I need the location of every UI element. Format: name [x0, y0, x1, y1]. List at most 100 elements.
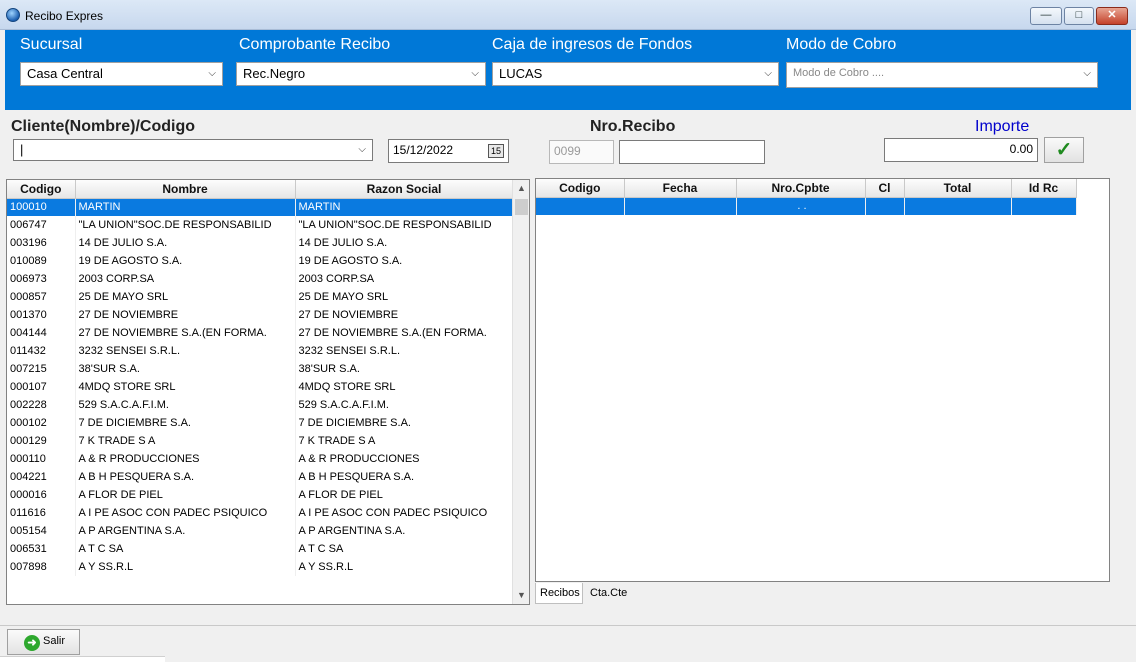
header-panel: Sucursal Casa Central ⌵ Comprobante Reci…	[5, 30, 1131, 110]
window-title: Recibo Expres	[25, 9, 104, 23]
maximize-button[interactable]: □	[1064, 7, 1094, 25]
col-header-razon-social[interactable]: Razon Social	[295, 180, 514, 199]
cell-razon-social: 27 DE NOVIEMBRE	[295, 306, 514, 324]
cell-codigo: 000857	[7, 288, 76, 306]
cell-nombre: A P ARGENTINA S.A.	[75, 522, 296, 540]
cell-nombre: "LA UNION"SOC.DE RESPONSABILID	[75, 216, 296, 234]
importe-input[interactable]: 0.00	[884, 138, 1038, 162]
scroll-thumb[interactable]	[515, 199, 528, 215]
comprobante-label: Comprobante Recibo	[239, 36, 391, 53]
confirm-button[interactable]: ✓	[1044, 137, 1084, 163]
cell-nombre: 27 DE NOVIEMBRE	[75, 306, 296, 324]
close-button[interactable]: ✕	[1096, 7, 1128, 25]
table-row[interactable]: 007898 A Y SS.R.L A Y SS.R.L	[7, 558, 514, 576]
cell-codigo: 011432	[7, 342, 76, 360]
clients-grid[interactable]: Codigo Nombre Razon Social 100010 MARTIN M…	[6, 179, 530, 605]
tab-cta-cte[interactable]: Cta.Cte	[586, 583, 631, 604]
table-row[interactable]: 000016 A FLOR DE PIEL A FLOR DE PIEL	[7, 486, 514, 504]
table-row[interactable]: 005154 A P ARGENTINA S.A. A P ARGENTINA S.…	[7, 522, 514, 540]
col-header-total[interactable]: Total	[904, 179, 1012, 198]
table-row[interactable]: 001370 27 DE NOVIEMBRE 27 DE NOVIEMBRE	[7, 306, 514, 324]
cell-razon-social: A Y SS.R.L	[295, 558, 514, 576]
clients-scrollbar[interactable]: ▲ ▼	[512, 180, 529, 604]
cell-razon-social: 38'SUR S.A.	[295, 360, 514, 378]
cell-nombre: 7 K TRADE S A	[75, 432, 296, 450]
tab-recibos[interactable]: Recibos	[535, 583, 583, 604]
col-header-codigo[interactable]: Codigo	[536, 179, 625, 198]
cliente-input-value: |	[20, 142, 24, 157]
fecha-value: 15/12/2022	[393, 143, 454, 157]
fecha-datepicker[interactable]: 15/12/2022 15	[388, 139, 509, 163]
exit-arrow-icon: ➜	[24, 635, 40, 651]
table-row[interactable]: 007215 38'SUR S.A. 38'SUR S.A.	[7, 360, 514, 378]
table-row[interactable]: 000102 7 DE DICIEMBRE S.A. 7 DE DICIEMBRE …	[7, 414, 514, 432]
table-row[interactable]: 004144 27 DE NOVIEMBRE S.A.(EN FORMA. 27 D…	[7, 324, 514, 342]
cliente-label: Cliente(Nombre)/Codigo	[11, 118, 195, 135]
table-row[interactable]: 010089 19 DE AGOSTO S.A. 19 DE AGOSTO S.A.	[7, 252, 514, 270]
table-row[interactable]: 011616 A I PE ASOC CON PADEC PSIQUICO A I …	[7, 504, 514, 522]
col-header-cl[interactable]: Cl	[865, 179, 905, 198]
chevron-down-icon: ⌵	[1083, 68, 1091, 79]
sucursal-select[interactable]: Casa Central ⌵	[20, 62, 223, 86]
table-row[interactable]: 006531 A T C SA A T C SA	[7, 540, 514, 558]
chevron-down-icon: ⌵	[208, 68, 216, 79]
cell-codigo: 005154	[7, 522, 76, 540]
table-row[interactable]: 006973 2003 CORP.SA 2003 CORP.SA	[7, 270, 514, 288]
cell-razon-social: 25 DE MAYO SRL	[295, 288, 514, 306]
col-header-id-rc[interactable]: Id Rc	[1011, 179, 1077, 198]
salir-button[interactable]: ➜ Salir	[7, 629, 80, 655]
sucursal-label: Sucursal	[20, 36, 83, 53]
cell-codigo: 006747	[7, 216, 76, 234]
nro-recibo-prefix-field: 0099	[549, 140, 614, 164]
cell-nombre: 38'SUR S.A.	[75, 360, 296, 378]
checkmark-icon: ✓	[1055, 139, 1073, 161]
cell-codigo: 000102	[7, 414, 76, 432]
scroll-down-icon[interactable]: ▼	[513, 587, 529, 604]
table-row[interactable]: 000857 25 DE MAYO SRL 25 DE MAYO SRL	[7, 288, 514, 306]
calendar-icon[interactable]: 15	[488, 144, 504, 158]
cell-razon-social: 19 DE AGOSTO S.A.	[295, 252, 514, 270]
cell-nombre: 3232 SENSEI S.R.L.	[75, 342, 296, 360]
caja-value: LUCAS	[499, 66, 543, 81]
minimize-button[interactable]: —	[1030, 7, 1062, 25]
cliente-combobox[interactable]: | ⌵	[13, 139, 373, 161]
sucursal-value: Casa Central	[27, 66, 103, 81]
cell-razon-social: A P ARGENTINA S.A.	[295, 522, 514, 540]
caja-select[interactable]: LUCAS ⌵	[492, 62, 779, 86]
table-row[interactable]: 003196 14 DE JULIO S.A. 14 DE JULIO S.A.	[7, 234, 514, 252]
comprobante-select[interactable]: Rec.Negro ⌵	[236, 62, 486, 86]
table-row[interactable]: 006747 "LA UNION"SOC.DE RESPONSABILID "LA …	[7, 216, 514, 234]
cell-codigo: 003196	[7, 234, 76, 252]
receipts-grid[interactable]: Codigo Fecha Nro.Cpbte Cl Total Id Rc . …	[535, 178, 1110, 582]
cell-razon-social: 27 DE NOVIEMBRE S.A.(EN FORMA.	[295, 324, 514, 342]
cell-codigo: 000110	[7, 450, 76, 468]
cell-codigo: 006531	[7, 540, 76, 558]
table-row[interactable]: 000107 4MDQ STORE SRL 4MDQ STORE SRL	[7, 378, 514, 396]
cell-razon-social: 2003 CORP.SA	[295, 270, 514, 288]
table-row[interactable]: 100010 MARTIN MARTIN	[7, 198, 514, 216]
nro-recibo-input[interactable]	[619, 140, 765, 164]
modo-cobro-select[interactable]: Modo de Cobro .... ⌵	[786, 62, 1098, 88]
table-row[interactable]: 004221 A B H PESQUERA S.A. A B H PESQUERA …	[7, 468, 514, 486]
table-row[interactable]: 011432 3232 SENSEI S.R.L. 3232 SENSEI S.R.…	[7, 342, 514, 360]
col-header-fecha[interactable]: Fecha	[624, 179, 737, 198]
chevron-down-icon: ⌵	[764, 68, 772, 79]
table-row[interactable]: 002228 529 S.A.C.A.F.I.M. 529 S.A.C.A.F.I.…	[7, 396, 514, 414]
cell-id-rc	[1011, 197, 1077, 215]
cell-nombre: 529 S.A.C.A.F.I.M.	[75, 396, 296, 414]
cell-razon-social: 7 DE DICIEMBRE S.A.	[295, 414, 514, 432]
cell-codigo: 006973	[7, 270, 76, 288]
cell-total	[904, 197, 1012, 215]
col-header-nombre[interactable]: Nombre	[75, 180, 296, 199]
table-row[interactable]: 000129 7 K TRADE S A7 K TRADE S A	[7, 432, 514, 450]
table-row[interactable]: . .	[536, 197, 1077, 215]
col-header-nro-cpbte[interactable]: Nro.Cpbte	[736, 179, 866, 198]
comprobante-value: Rec.Negro	[243, 66, 306, 81]
modo-cobro-label: Modo de Cobro	[786, 36, 897, 53]
table-row[interactable]: 000110 A & R PRODUCCIONES A & R PRODUCCION…	[7, 450, 514, 468]
col-header-codigo[interactable]: Codigo	[7, 180, 76, 199]
salir-label: Salir	[43, 635, 66, 647]
cell-codigo: 004144	[7, 324, 76, 342]
scroll-up-icon[interactable]: ▲	[513, 180, 529, 197]
cell-codigo: 000129	[7, 432, 76, 450]
